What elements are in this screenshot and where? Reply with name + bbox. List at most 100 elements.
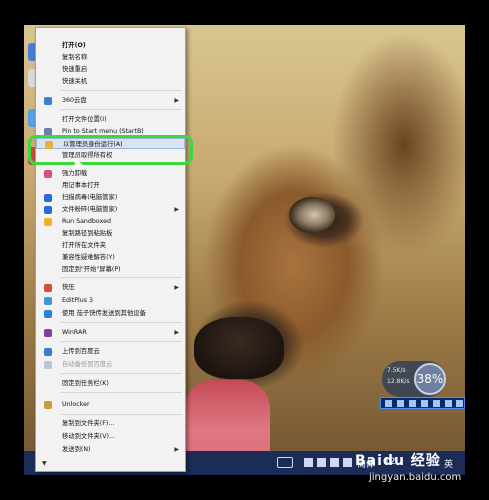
tools-icon[interactable] — [456, 400, 463, 407]
speed-percent[interactable]: 38% — [414, 363, 446, 395]
menu-item-label: Run Sandboxed — [62, 218, 111, 225]
shred-icon — [44, 206, 52, 214]
menu-item-kuaiya[interactable]: 快压 ▶ — [36, 282, 185, 293]
menu-item-auto-backup: 自动备份到百度云 — [36, 359, 185, 370]
menu-item-label: 固定到"开始"屏幕(P) — [62, 266, 121, 273]
moon-icon[interactable] — [397, 400, 404, 407]
menu-item-360-cloud[interactable]: 360云盘 ▶ — [36, 95, 185, 106]
menu-item-open-notepad[interactable]: 用记事本打开 — [36, 180, 185, 191]
kuaiya-icon — [44, 284, 52, 292]
menu-item-label: 用记事本打开 — [62, 182, 100, 189]
menu-item-label: 自动备份到百度云 — [62, 361, 113, 368]
menu-item-label: 发送到(N) — [62, 446, 91, 453]
menu-separator — [60, 90, 182, 91]
menu-item-label: 复制名称 — [62, 54, 88, 61]
menu-item-label: 移动到文件夹(V)... — [62, 433, 116, 440]
menu-item-label: 兼容性疑难解答(Y) — [62, 254, 115, 261]
submenu-arrow-icon: ▶ — [174, 97, 179, 104]
menu-item-unlocker[interactable]: Unlocker — [36, 399, 185, 410]
uninstall-icon — [44, 170, 52, 178]
menu-item-label: 打开所在文件夹 — [62, 242, 107, 249]
menu-item-copy-to-folder[interactable]: 复制到文件夹(F)... — [36, 418, 185, 429]
menu-item-label: EditPlus 3 — [62, 297, 94, 304]
menu-item-editplus[interactable]: EditPlus 3 — [36, 295, 185, 306]
menu-separator — [60, 109, 182, 110]
menu-item-open[interactable]: 打开(O) — [36, 40, 185, 51]
keyboard-icon[interactable] — [421, 400, 428, 407]
editplus-icon — [44, 297, 52, 305]
menu-item-label: Unlocker — [62, 401, 90, 408]
menu-item-label: 使用 茄子快传发送到其他设备 — [62, 310, 146, 317]
upload-speed: 7.5K/s — [387, 367, 406, 374]
flag-icon[interactable] — [317, 458, 326, 467]
menu-separator — [60, 373, 182, 374]
baidu-cloud-icon — [44, 348, 52, 356]
menu-item-label: 快速关机 — [62, 78, 88, 85]
user-icon[interactable] — [433, 400, 440, 407]
menu-item-label: 扫描病毒(电脑管家) — [62, 194, 118, 201]
winrar-icon — [44, 329, 52, 337]
submenu-arrow-icon: ▶ — [174, 446, 179, 453]
watermark-brand: Baidu 经验 — [355, 453, 441, 469]
keyboard-icon[interactable] — [277, 457, 293, 468]
menu-item-compat-troubleshoot[interactable]: 兼容性疑难解答(Y) — [36, 252, 185, 263]
menu-item-copy-name[interactable]: 复制名称 — [36, 52, 185, 63]
menu-item-qiezi-send[interactable]: 使用 茄子快传发送到其他设备 — [36, 308, 185, 319]
menu-item-label: 上传到百度云 — [62, 348, 100, 355]
menu-item-label: 复制路径到粘贴板 — [62, 230, 113, 237]
menu-separator — [60, 414, 182, 415]
menu-item-label: 快速重启 — [62, 66, 88, 73]
cloud-icon — [44, 97, 52, 105]
submenu-arrow-icon: ▶ — [174, 284, 179, 291]
menu-separator — [60, 341, 182, 342]
menu-item-pin-start-screen[interactable]: 固定到"开始"屏幕(P) — [36, 264, 185, 275]
menu-item-label: 打开(O) — [62, 42, 86, 49]
watermark-url: jingyan.baidu.com — [369, 472, 462, 483]
menu-separator — [60, 322, 182, 323]
menu-item-label: 强力卸载 — [62, 170, 88, 177]
menu-item-scan-virus[interactable]: 扫描病毒(电脑管家) — [36, 192, 185, 203]
menu-item-label: WinRAR — [62, 329, 87, 336]
punctuation-icon[interactable] — [409, 400, 416, 407]
menu-separator — [60, 392, 182, 393]
menu-item-label: 打开文件位置(I) — [62, 116, 107, 123]
menu-item-quick-shutdown[interactable]: 快速关机 — [36, 76, 185, 87]
tray-icon[interactable] — [304, 458, 313, 467]
backup-icon — [44, 361, 52, 369]
wallpaper-dog-nose — [194, 317, 284, 379]
menu-item-copy-path[interactable]: 复制路径到粘贴板 — [36, 228, 185, 239]
settings-icon[interactable] — [445, 400, 452, 407]
menu-item-file-shred[interactable]: 文件粉碎(电脑管家) ▶ — [36, 204, 185, 215]
menu-item-run-sandboxed[interactable]: Run Sandboxed — [36, 216, 185, 227]
menu-separator — [60, 277, 182, 278]
menu-item-label: 文件粉碎(电脑管家) — [62, 206, 118, 213]
unlocker-icon — [44, 401, 52, 409]
menu-item-open-folder[interactable]: 打开所在文件夹 — [36, 240, 185, 251]
baidu-watermark: Baidu 经验 jingyan.baidu.com — [355, 450, 461, 483]
qiezi-icon — [44, 310, 52, 318]
volume-icon[interactable] — [330, 458, 339, 467]
menu-item-label: 固定到任务栏(K) — [62, 380, 109, 387]
ime-toolbar[interactable] — [380, 397, 465, 409]
menu-item-force-uninstall[interactable]: 强力卸载 — [36, 168, 185, 179]
submenu-arrow-icon: ▶ — [174, 329, 179, 336]
menu-item-label: 快压 — [62, 284, 75, 291]
menu-item-quick-restart[interactable]: 快速重启 — [36, 64, 185, 75]
menu-item-pin-taskbar[interactable]: 固定到任务栏(K) — [36, 378, 185, 389]
ime-icon[interactable] — [385, 400, 392, 407]
network-icon[interactable] — [343, 458, 352, 467]
submenu-arrow-icon: ▶ — [174, 206, 179, 213]
menu-item-winrar[interactable]: WinRAR ▶ — [36, 327, 185, 338]
wallpaper-dog-eye — [289, 197, 335, 233]
sandbox-icon — [44, 218, 52, 226]
language-indicator[interactable]: 英 — [444, 457, 453, 470]
menu-item-upload-baidu[interactable]: 上传到百度云 — [36, 346, 185, 357]
download-speed: 12.8K/s — [387, 378, 410, 385]
menu-item-move-to-folder[interactable]: 移动到文件夹(V)... — [36, 431, 185, 442]
menu-item-send-to[interactable]: 发送到(N) ▶ — [36, 444, 185, 455]
menu-item-label: 360云盘 — [62, 97, 87, 104]
menu-item-open-file-location[interactable]: 打开文件位置(I) — [36, 114, 185, 125]
chevron-down-icon[interactable]: ▼ — [42, 460, 47, 467]
menu-item-label: Pin to Start menu (StartB) — [62, 128, 144, 135]
scan-icon — [44, 194, 52, 202]
